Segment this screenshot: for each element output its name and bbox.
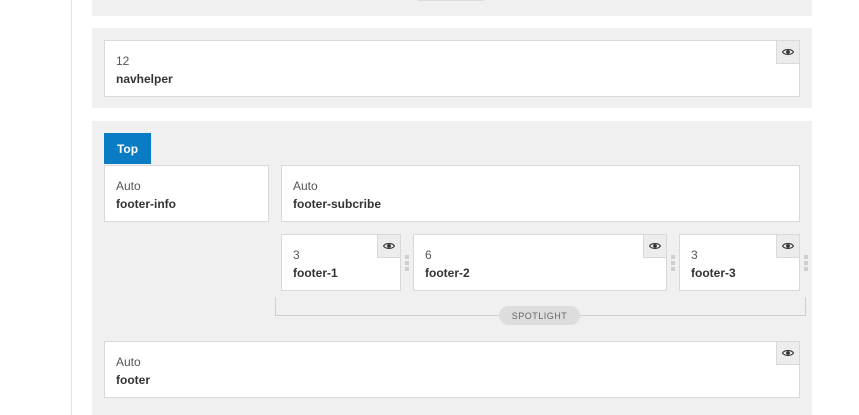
module-width: 3 [691, 248, 698, 262]
section-stub [418, 0, 484, 1]
eye-icon[interactable] [776, 41, 799, 64]
section-tab-top[interactable]: Top [104, 133, 151, 164]
module-width: Auto [293, 179, 318, 193]
module-name: footer-subcribe [293, 197, 382, 211]
module-name: footer [116, 373, 150, 387]
eye-icon[interactable] [377, 235, 400, 258]
resize-grip-icon[interactable] [671, 255, 675, 271]
module-width: Auto [116, 179, 141, 193]
module-block-footer-1[interactable]: 3 footer-1 [281, 234, 401, 291]
layout-section-navhelper: 12 navhelper [92, 28, 812, 108]
module-block-footer[interactable]: Auto footer [104, 341, 800, 398]
eye-icon[interactable] [643, 235, 666, 258]
module-block-footer-subcribe[interactable]: Auto footer-subcribe [281, 165, 800, 222]
module-width: 6 [425, 248, 432, 262]
module-width: Auto [116, 355, 141, 369]
module-block-footer-2[interactable]: 6 footer-2 [413, 234, 667, 291]
eye-icon[interactable] [776, 235, 799, 258]
layout-section-previous [92, 0, 812, 16]
resize-grip-icon[interactable] [405, 255, 409, 271]
module-block-navhelper[interactable]: 12 navhelper [104, 40, 800, 97]
module-name: footer-1 [293, 266, 338, 280]
module-block-footer-info[interactable]: Auto footer-info [104, 165, 269, 222]
module-name: footer-info [116, 197, 176, 211]
layout-section-top: Top Auto footer-info Auto footer-subcrib… [92, 121, 812, 415]
spotlight-label: SPOTLIGHT [499, 306, 580, 325]
module-name: navhelper [116, 72, 173, 86]
module-name: footer-3 [691, 266, 736, 280]
module-width: 3 [293, 248, 300, 262]
left-divider [71, 0, 72, 415]
resize-grip-icon[interactable] [804, 255, 808, 271]
module-width: 12 [116, 54, 130, 68]
module-name: footer-2 [425, 266, 470, 280]
eye-icon[interactable] [776, 342, 799, 365]
module-block-footer-3[interactable]: 3 footer-3 [679, 234, 800, 291]
